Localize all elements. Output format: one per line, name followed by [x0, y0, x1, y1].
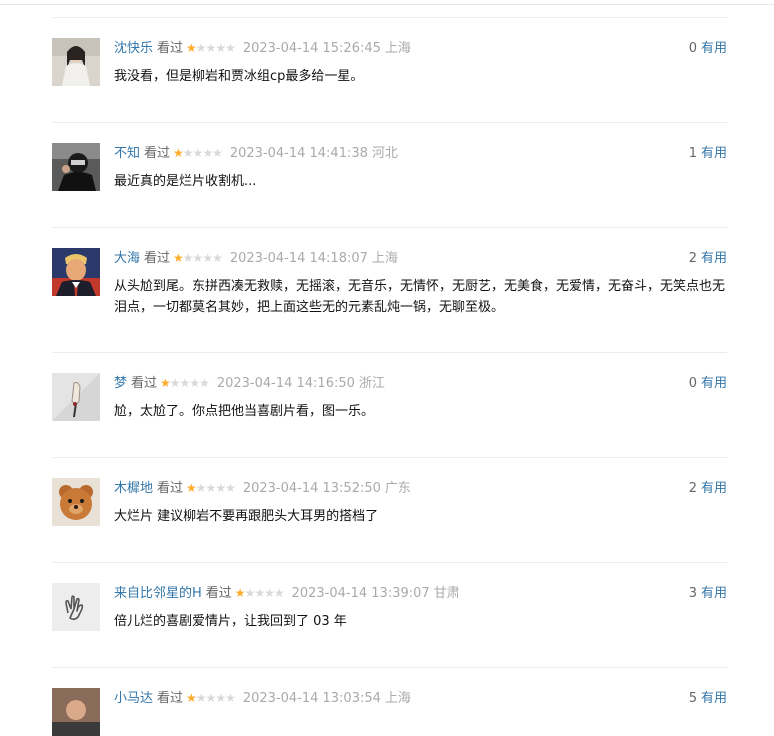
comment-location: 浙江 — [358, 376, 385, 391]
comment-text: 我没看，但是柳岩和贾冰组cp最多给一星。 — [114, 69, 364, 84]
comment-text: 从头尬到尾。东拼西凑无救赎，无摇滚，无音乐，无情怀，无厨艺，无美食，无爱情，无奋… — [114, 279, 726, 315]
watch-status: 看过 — [157, 481, 184, 496]
username-link[interactable]: 梦 — [114, 376, 127, 391]
username-link[interactable]: 大海 — [114, 251, 140, 266]
comment-location: 上海 — [384, 41, 411, 56]
comment-time[interactable]: 2023-04-14 13:39:07 — [292, 586, 430, 601]
useful-vote: 1 有用 — [689, 145, 727, 162]
comment-item: 大海 看过 ★★★★★ 2023-04-14 14:18:07 上海 2 有用 从头尬到尾… — [52, 227, 727, 352]
user-avatar[interactable] — [52, 478, 100, 526]
user-avatar[interactable] — [52, 143, 100, 191]
rating-stars: ★★★★★ — [186, 41, 236, 55]
watch-status: 看过 — [157, 691, 184, 706]
useful-vote: 2 有用 — [689, 250, 727, 267]
vote-count: 2 — [688, 251, 697, 266]
rating-stars: ★★★★★ — [173, 251, 223, 265]
vote-count: 5 — [688, 691, 697, 706]
comment-meta: 沈快乐 看过 ★★★★★ 2023-04-14 15:26:45 上海 — [114, 40, 411, 57]
comment-item: 不知 看过 ★★★★★ 2023-04-14 14:41:38 河北 1 有用 最近真的是… — [52, 122, 727, 227]
comment-item: 梦看过 ★★★★★ 2023-04-14 14:16:50 浙江 0 有用 尬，太尬了。… — [52, 352, 727, 457]
rating-stars: ★★★★★ — [186, 481, 236, 495]
username-link[interactable]: 来自比邻星的H — [114, 586, 202, 601]
useful-vote: 3 有用 — [689, 585, 727, 602]
comment-meta: 梦看过 ★★★★★ 2023-04-14 14:16:50 浙江 — [114, 375, 385, 392]
comment-time[interactable]: 2023-04-14 13:03:54 — [243, 691, 381, 706]
useful-button[interactable]: 有用 — [701, 691, 727, 706]
top-divider — [0, 4, 774, 5]
useful-button[interactable]: 有用 — [701, 251, 727, 266]
vote-count: 2 — [688, 481, 697, 496]
rating-stars: ★★★★★ — [173, 146, 223, 160]
comment-text: 大烂片 建议柳岩不要再跟肥头大耳男的搭档了 — [114, 509, 379, 524]
rating-stars: ★★★★★ — [234, 586, 285, 600]
useful-button[interactable]: 有用 — [701, 376, 727, 391]
comment-item: 沈快乐 看过 ★★★★★ 2023-04-14 15:26:45 上海 0 有用 我没看，… — [52, 17, 727, 122]
user-avatar[interactable] — [52, 688, 100, 736]
comment-text: 倍儿烂的喜剧爱情片，让我回到了 03 年 — [114, 614, 347, 629]
comment-time[interactable]: 2023-04-14 13:52:50 — [243, 481, 381, 496]
useful-button[interactable]: 有用 — [701, 41, 727, 56]
comment-meta: 不知 看过 ★★★★★ 2023-04-14 14:41:38 河北 — [114, 145, 398, 162]
useful-vote: 0 有用 — [689, 40, 727, 57]
rating-stars: ★★★★★ — [160, 376, 210, 390]
rating-stars: ★★★★★ — [186, 691, 236, 705]
comment-text: 尬，太尬了。你点把他当喜剧片看，图一乐。 — [114, 404, 375, 419]
useful-vote: 0 有用 — [689, 375, 727, 392]
username-link[interactable]: 小马达 — [114, 691, 153, 706]
comment-list: 沈快乐 看过 ★★★★★ 2023-04-14 15:26:45 上海 0 有用 我没看，… — [52, 17, 727, 736]
user-avatar[interactable] — [52, 583, 100, 631]
username-link[interactable]: 木樨地 — [114, 481, 153, 496]
comment-item: 来自比邻星的H 看过 ★★★★★ 2023-04-14 13:39:07 甘肃 3 有用 … — [52, 562, 727, 667]
comment-location: 广东 — [384, 481, 411, 496]
useful-button[interactable]: 有用 — [701, 586, 727, 601]
comment-location: 河北 — [371, 146, 398, 161]
comment-meta: 来自比邻星的H 看过 ★★★★★ 2023-04-14 13:39:07 甘肃 — [114, 585, 460, 602]
watch-status: 看过 — [157, 41, 184, 56]
comment-location: 甘肃 — [433, 586, 460, 601]
useful-button[interactable]: 有用 — [701, 146, 727, 161]
user-avatar[interactable] — [52, 373, 100, 421]
user-avatar[interactable] — [52, 38, 100, 86]
comment-time[interactable]: 2023-04-14 14:18:07 — [230, 251, 368, 266]
comment-location: 上海 — [371, 251, 398, 266]
comment-meta: 大海 看过 ★★★★★ 2023-04-14 14:18:07 上海 — [114, 250, 398, 267]
watch-status: 看过 — [205, 586, 232, 601]
vote-count: 0 — [688, 376, 697, 391]
comment-location: 上海 — [384, 691, 411, 706]
useful-button[interactable]: 有用 — [701, 481, 727, 496]
comment-meta: 木樨地 看过 ★★★★★ 2023-04-14 13:52:50 广东 — [114, 480, 411, 497]
username-link[interactable]: 沈快乐 — [114, 41, 153, 56]
vote-count: 1 — [688, 146, 697, 161]
watch-status: 看过 — [144, 146, 171, 161]
comment-time[interactable]: 2023-04-14 14:16:50 — [217, 376, 355, 391]
vote-count: 0 — [688, 41, 697, 56]
watch-status: 看过 — [131, 376, 158, 391]
useful-vote: 5 有用 — [689, 690, 727, 707]
vote-count: 3 — [688, 586, 697, 601]
username-link[interactable]: 不知 — [114, 146, 140, 161]
user-avatar[interactable] — [52, 248, 100, 296]
comment-time[interactable]: 2023-04-14 15:26:45 — [243, 41, 381, 56]
watch-status: 看过 — [144, 251, 171, 266]
comment-text: 最近真的是烂片收割机... — [114, 174, 257, 189]
comment-item: 木樨地 看过 ★★★★★ 2023-04-14 13:52:50 广东 2 有用 大烂片 … — [52, 457, 727, 562]
comment-meta: 小马达 看过 ★★★★★ 2023-04-14 13:03:54 上海 — [114, 690, 411, 707]
useful-vote: 2 有用 — [689, 480, 727, 497]
comment-time[interactable]: 2023-04-14 14:41:38 — [230, 146, 368, 161]
